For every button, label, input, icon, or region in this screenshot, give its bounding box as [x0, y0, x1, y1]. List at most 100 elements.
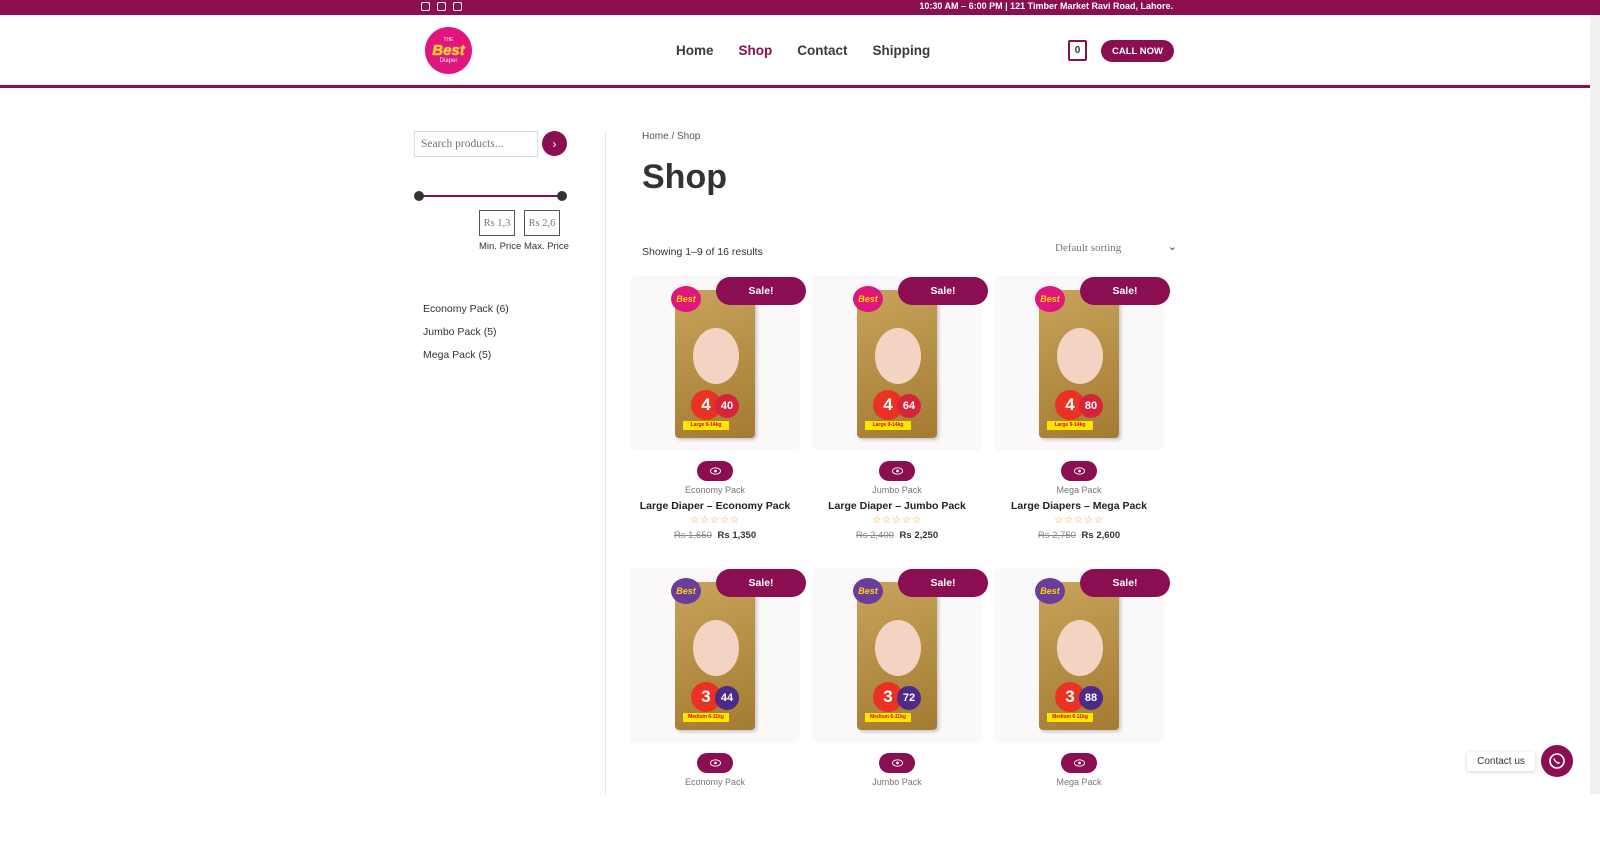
- rating-stars: ☆☆☆☆☆: [1054, 515, 1104, 526]
- quantity-badge: 72: [897, 685, 921, 710]
- product-card[interactable]: Best 3 72 Medium 6-11kg Sale! Jumbo Pack: [812, 568, 988, 848]
- category-jumbo-pack[interactable]: Jumbo Pack (5): [423, 321, 509, 344]
- whatsapp-icon: [1549, 753, 1565, 769]
- product-card[interactable]: Best 4 40 Large 9-14kg Sale! Economy Pac…: [630, 276, 806, 556]
- product-price: Rs 2,750 Rs 2,600: [994, 530, 1164, 541]
- nav-home[interactable]: Home: [676, 43, 714, 58]
- sale-badge: Sale!: [716, 277, 806, 305]
- product-category[interactable]: Jumbo Pack: [812, 777, 982, 787]
- sale-badge: Sale!: [1080, 277, 1170, 305]
- baby-photo: [875, 619, 921, 676]
- whatsapp-button[interactable]: [1541, 745, 1573, 777]
- weight-label: Large 9-14kg: [865, 420, 911, 430]
- max-price-label: Max. Price: [524, 241, 569, 252]
- social-links: [421, 2, 462, 11]
- min-price-input[interactable]: Rs 1,3: [479, 210, 515, 236]
- sale-badge: Sale!: [898, 277, 988, 305]
- product-price: Rs 2,400 Rs 2,250: [812, 530, 982, 541]
- quick-view-button[interactable]: [1061, 753, 1097, 773]
- weight-label: Large 9-14kg: [683, 420, 729, 430]
- rating-stars: ☆☆☆☆☆: [872, 515, 922, 526]
- call-now-button[interactable]: CALL NOW: [1101, 40, 1174, 62]
- nav-contact[interactable]: Contact: [797, 43, 847, 58]
- quantity-badge: 40: [715, 393, 739, 418]
- max-price-input[interactable]: Rs 2,6: [524, 210, 560, 236]
- product-category[interactable]: Jumbo Pack: [812, 485, 982, 495]
- quick-view-button[interactable]: [1061, 461, 1097, 481]
- product-card[interactable]: Best 4 80 Large 9-14kg Sale! Mega Pack L…: [994, 276, 1170, 556]
- site-header: THE Best Diaper Home Shop Contact Shippi…: [0, 15, 1600, 88]
- quantity-badge: 44: [715, 685, 739, 710]
- old-price: Rs 2,400: [855, 530, 894, 541]
- contact-us-label[interactable]: Contact us: [1467, 752, 1535, 771]
- price-slider-track[interactable]: [417, 195, 563, 197]
- search-button[interactable]: ›: [542, 131, 567, 156]
- product-name[interactable]: Large Diaper – Jumbo Pack: [802, 500, 992, 512]
- eye-icon: [1073, 467, 1085, 475]
- sale-badge: Sale!: [898, 569, 988, 597]
- diaper-pack-image: Best 3 44 Medium 6-11kg: [671, 577, 755, 730]
- quick-view-button[interactable]: [697, 753, 733, 773]
- search-input[interactable]: [414, 131, 538, 157]
- sale-price: Rs 2,250: [899, 530, 939, 541]
- price-slider-max-handle[interactable]: [557, 191, 567, 201]
- brand-badge: Best: [853, 577, 883, 604]
- product-name[interactable]: Large Diapers – Mega Pack: [984, 500, 1174, 512]
- weight-label: Medium 6-11kg: [683, 712, 729, 722]
- old-price: Rs 1,650: [673, 530, 712, 541]
- facebook-icon[interactable]: [421, 2, 430, 11]
- quantity-badge: 80: [1079, 393, 1103, 418]
- product-card[interactable]: Best 3 88 Medium 6-11kg Sale! Mega Pack: [994, 568, 1170, 848]
- product-card[interactable]: Best 4 64 Large 9-14kg Sale! Jumbo Pack …: [812, 276, 988, 556]
- sale-badge: Sale!: [716, 569, 806, 597]
- instagram-icon[interactable]: [437, 2, 446, 11]
- baby-photo: [1057, 327, 1103, 384]
- site-logo[interactable]: THE Best Diaper: [425, 27, 472, 74]
- quick-view-button[interactable]: [697, 461, 733, 481]
- quick-view-button[interactable]: [879, 753, 915, 773]
- cart-icon[interactable]: 0: [1068, 40, 1087, 61]
- tiktok-icon[interactable]: [453, 2, 462, 11]
- diaper-pack-image: Best 4 80 Large 9-14kg: [1035, 285, 1119, 438]
- product-card[interactable]: Best 3 44 Medium 6-11kg Sale! Economy Pa…: [630, 568, 806, 848]
- diaper-pack-image: Best 3 72 Medium 6-11kg: [853, 577, 937, 730]
- eye-icon: [891, 759, 903, 767]
- page-title: Shop: [642, 158, 727, 196]
- product-category[interactable]: Economy Pack: [630, 777, 800, 787]
- nav-shipping[interactable]: Shipping: [873, 43, 931, 58]
- eye-icon: [709, 467, 721, 475]
- sorting-select[interactable]: Default sorting ⌄: [1055, 241, 1181, 254]
- quantity-badge: 64: [897, 393, 921, 418]
- category-mega-pack[interactable]: Mega Pack (5): [423, 344, 509, 367]
- category-list: Economy Pack (6) Jumbo Pack (5) Mega Pac…: [423, 298, 509, 367]
- chevron-right-icon: ›: [552, 136, 557, 151]
- sidebar-divider: [605, 131, 606, 794]
- diaper-pack-image: Best 3 88 Medium 6-11kg: [1035, 577, 1119, 730]
- breadcrumb[interactable]: Home / Shop: [642, 131, 1182, 142]
- brand-badge: Best: [1035, 577, 1065, 604]
- product-price: Rs 1,650 Rs 1,350: [630, 530, 800, 541]
- page-scrollbar[interactable]: [1590, 15, 1600, 794]
- product-category[interactable]: Economy Pack: [630, 485, 800, 495]
- quick-view-button[interactable]: [879, 461, 915, 481]
- diaper-pack-image: Best 4 40 Large 9-14kg: [671, 285, 755, 438]
- quantity-badge: 88: [1079, 685, 1103, 710]
- product-name[interactable]: Large Diaper – Economy Pack: [620, 500, 810, 512]
- baby-photo: [693, 619, 739, 676]
- min-price-label: Min. Price: [479, 241, 522, 252]
- baby-photo: [693, 327, 739, 384]
- eye-icon: [891, 467, 903, 475]
- sale-price: Rs 1,350: [717, 530, 757, 541]
- brand-badge: Best: [671, 577, 701, 604]
- weight-label: Medium 6-11kg: [1047, 712, 1093, 722]
- price-slider-min-handle[interactable]: [414, 191, 424, 201]
- nav-shop[interactable]: Shop: [739, 43, 773, 58]
- rating-stars: ☆☆☆☆☆: [690, 515, 740, 526]
- category-economy-pack[interactable]: Economy Pack (6): [423, 298, 509, 321]
- sale-badge: Sale!: [1080, 569, 1170, 597]
- weight-label: Medium 6-11kg: [865, 712, 911, 722]
- diaper-pack-image: Best 4 64 Large 9-14kg: [853, 285, 937, 438]
- product-category[interactable]: Mega Pack: [994, 485, 1164, 495]
- baby-photo: [1057, 619, 1103, 676]
- product-category[interactable]: Mega Pack: [994, 777, 1164, 787]
